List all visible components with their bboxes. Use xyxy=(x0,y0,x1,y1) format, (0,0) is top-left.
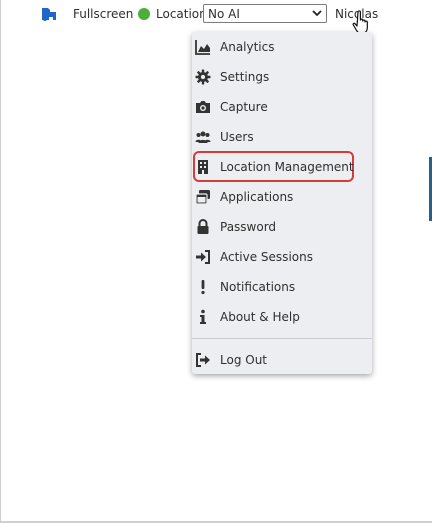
menu-divider xyxy=(192,338,372,339)
menu-item-notifications[interactable]: Notifications xyxy=(192,273,372,301)
exclamation-icon xyxy=(201,280,205,295)
menu-item-users[interactable]: Users xyxy=(192,123,372,151)
menu-item-location-management[interactable]: Location Management xyxy=(192,153,372,181)
menu-item-label: Active Sessions xyxy=(220,250,313,264)
menu-item-label: Password xyxy=(220,220,277,234)
building-icon xyxy=(198,160,208,174)
menu-item-label: Settings xyxy=(220,70,270,84)
window-left-border xyxy=(0,0,1,523)
menu-item-label: Notifications xyxy=(220,280,296,294)
window-restore-icon xyxy=(195,190,210,205)
menu-item-capture[interactable]: Capture xyxy=(192,93,372,121)
menu-item-password[interactable]: Password xyxy=(192,213,372,241)
sign-in-icon xyxy=(196,250,210,264)
menu-item-log-out[interactable]: Log Out xyxy=(192,346,372,374)
menu-item-label: Capture xyxy=(220,100,268,114)
menu-item-analytics[interactable]: Analytics xyxy=(192,33,372,61)
menu-item-label: Analytics xyxy=(220,40,275,54)
menu-item-active-sessions[interactable]: Active Sessions xyxy=(192,243,372,271)
location-select-value: No AI xyxy=(208,7,240,21)
menu-item-settings[interactable]: Settings xyxy=(192,63,372,91)
chevron-down-icon xyxy=(312,10,322,17)
menu-item-label: About & Help xyxy=(220,310,300,324)
chart-area-icon xyxy=(195,40,210,55)
menu-item-about-help[interactable]: About & Help xyxy=(192,303,372,331)
gear-icon xyxy=(195,69,211,85)
sign-out-icon xyxy=(196,353,210,367)
users-icon xyxy=(195,131,211,143)
location-select[interactable]: No AI xyxy=(203,4,327,23)
user-dropdown-menu: Analytics Settings Capture Users Locatio… xyxy=(192,32,372,374)
menu-item-label: Applications xyxy=(220,190,294,204)
menu-item-label: Log Out xyxy=(220,353,268,367)
menu-item-label: Location Management xyxy=(220,160,354,174)
info-icon xyxy=(200,309,206,324)
camera-icon xyxy=(196,101,210,113)
location-status-icon xyxy=(138,8,150,20)
menu-item-applications[interactable]: Applications xyxy=(192,183,372,211)
fullscreen-link[interactable]: Fullscreen xyxy=(73,7,133,21)
fullscreen-icon[interactable] xyxy=(40,6,59,22)
lock-icon xyxy=(197,219,209,234)
menu-item-label: Users xyxy=(220,130,254,144)
top-bar: Fullscreen Location: No AI Nicolas xyxy=(0,0,432,34)
